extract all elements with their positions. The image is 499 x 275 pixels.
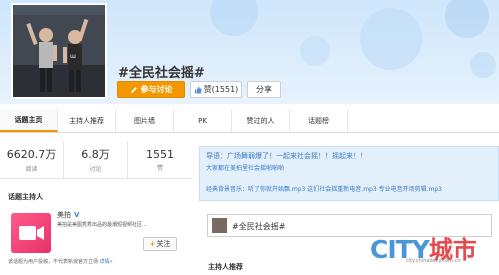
share-button[interactable]: 分享 <box>247 81 281 98</box>
topic-tabs: 话题主页 主持人推荐 图片墙 PK 赞过的人 话题榜 <box>0 109 499 133</box>
thumbs-up-icon <box>194 86 202 93</box>
tab-host-recommend[interactable]: 主持人推荐 <box>58 109 116 132</box>
tab-topic-home[interactable]: 话题主页 <box>0 109 58 132</box>
share-label: 分享 <box>256 85 272 94</box>
tab-photo-wall[interactable]: 图片墙 <box>116 109 174 132</box>
host-recommend-heading: 主持人推荐 <box>208 263 243 271</box>
stat-reads-value: 6620.7万 <box>6 148 57 161</box>
host-footer: 该话题为用户投稿，不代表新浪官方立场 详情» <box>8 258 113 265</box>
video-camera-icon <box>11 213 51 253</box>
like-count-label: 赞(1551) <box>203 85 239 94</box>
guide-music: 经典背景音乐：听了你就开始飘.mp3 这们社会摇重新电音.mp3 专业电音开场剪… <box>206 186 442 193</box>
details-link[interactable]: 详情» <box>100 259 113 265</box>
city-watermark: CITY城市 city.chinadaily.com.cn <box>370 230 477 265</box>
join-discussion-label: 参与讨论 <box>140 85 173 94</box>
host-footer-text: 该话题为用户投稿，不代表新浪官方立场 <box>8 259 99 265</box>
dancers-photo: ɯ <box>13 5 105 97</box>
meipai-logo[interactable] <box>11 213 51 257</box>
user-avatar <box>212 218 227 233</box>
guide-subtitle: 大家都在美拍里社会摇啪啪啪 <box>206 165 285 172</box>
like-button[interactable]: 赞(1551) <box>190 81 242 98</box>
stat-likes-label: 赞 <box>156 164 163 172</box>
follow-button[interactable]: + 关注 <box>143 237 177 251</box>
stat-discussions-label: 讨论 <box>89 166 102 173</box>
topic-banner: ɯ #全民社会摇# 参与讨论 赞(1551) 分享 <box>0 0 499 104</box>
join-discussion-button[interactable]: 参与讨论 <box>117 81 185 98</box>
banner-decoration <box>360 8 422 70</box>
stat-likes-value: 1551 <box>146 147 174 161</box>
tab-topic-ranking[interactable]: 话题榜 <box>290 109 348 132</box>
host-name-text[interactable]: 美拍 <box>57 211 71 219</box>
guide-intro: 导语：广场舞弱爆了！一起来社会摇！！摇起来！！ <box>206 152 367 160</box>
topic-guide: 导语：广场舞弱爆了！一起来社会摇！！摇起来！！ 大家都在美拍里社会摇啪啪啪 经典… <box>199 146 499 201</box>
host-heading: 话题主持人 <box>8 193 43 201</box>
follow-label: 关注 <box>156 240 171 248</box>
verified-icon: V <box>74 211 80 219</box>
stat-discussions: 6.8万 讨论 <box>64 141 128 178</box>
banner-decoration <box>210 0 258 36</box>
host-description: 美拍是美图秀秀出品的最潮短视频社区... <box>57 222 147 228</box>
banner-decoration <box>445 0 489 38</box>
banner-decoration <box>300 36 330 66</box>
topic-stats: 6620.7万 阅读 6.8万 讨论 1551 赞 <box>0 141 193 179</box>
tab-pk[interactable]: PK <box>174 109 232 132</box>
stat-reads-label: 阅读 <box>25 166 38 173</box>
banner-decoration <box>470 52 496 78</box>
plus-icon: + <box>149 240 156 248</box>
stat-reads: 6620.7万 阅读 <box>0 141 64 178</box>
tab-liked-users[interactable]: 赞过的人 <box>232 109 290 132</box>
pencil-icon <box>130 86 137 93</box>
stat-likes: 1551 赞 <box>128 141 192 178</box>
topic-title: #全民社会摇# <box>118 66 205 81</box>
svg-text:ɯ: ɯ <box>70 53 76 60</box>
stat-discussions-value: 6.8万 <box>81 148 110 161</box>
host-name[interactable]: 美拍 V <box>57 210 79 220</box>
watermark-url: city.chinadaily.com.cn <box>406 258 461 264</box>
topic-avatar[interactable]: ɯ <box>11 3 107 99</box>
